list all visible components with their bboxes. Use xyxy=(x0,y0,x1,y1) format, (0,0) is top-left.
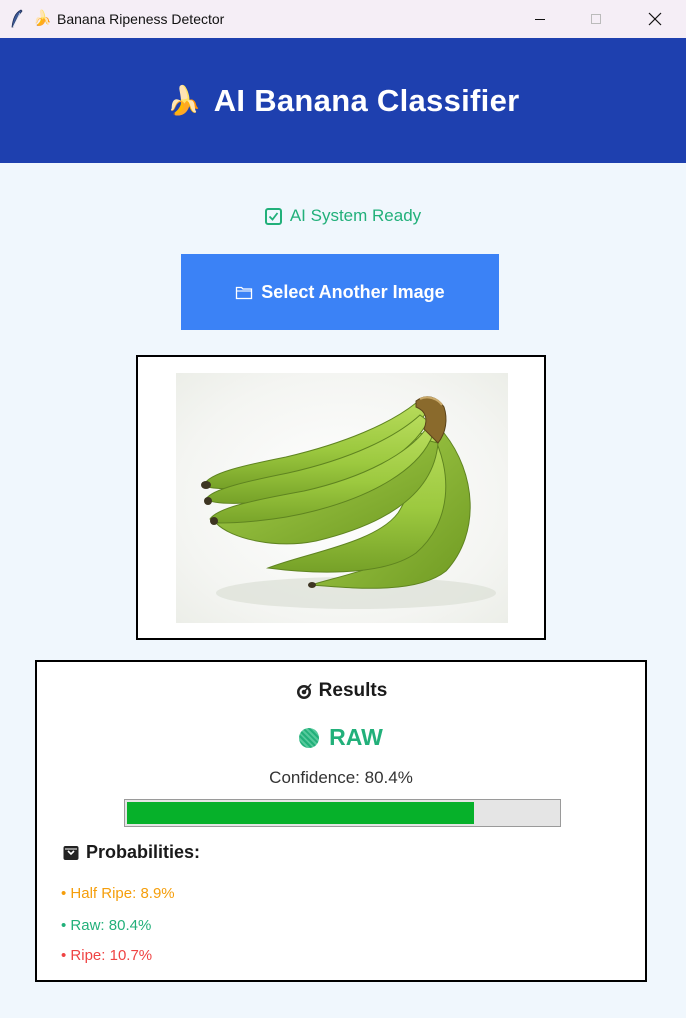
confidence-bar xyxy=(124,799,561,827)
probability-half-ripe: • Half Ripe: 8.9% xyxy=(61,885,175,902)
folder-icon xyxy=(236,286,253,300)
app-title: 🍌 AI Banana Classifier xyxy=(167,83,520,119)
green-circle-icon xyxy=(299,727,320,748)
system-status: AI System Ready xyxy=(0,203,686,229)
probabilities-title: Probabilities: xyxy=(86,842,201,862)
maximize-icon xyxy=(591,14,601,24)
window-titlebar: 🍌 Banana Ripeness Detector xyxy=(0,0,686,38)
check-box-icon xyxy=(264,207,282,225)
window-title: Banana Ripeness Detector xyxy=(57,11,225,27)
predicted-class-label: RAW xyxy=(329,724,383,750)
app-header: 🍌 AI Banana Classifier xyxy=(0,38,686,163)
minimize-icon xyxy=(535,19,545,20)
image-preview-frame xyxy=(136,355,546,640)
minimize-button[interactable] xyxy=(512,0,568,38)
app-title-text: AI Banana Classifier xyxy=(213,82,520,118)
maximize-button[interactable] xyxy=(568,0,624,38)
probability-raw: • Raw: 80.4% xyxy=(61,917,152,934)
probability-ripe: • Ripe: 10.7% xyxy=(61,947,153,964)
predicted-class: RAW xyxy=(37,724,645,751)
select-image-label: Select Another Image xyxy=(261,281,445,302)
box-icon xyxy=(63,845,79,860)
feather-icon xyxy=(11,9,23,28)
results-title: Results xyxy=(318,680,388,701)
banana-photo xyxy=(176,373,508,623)
target-icon xyxy=(296,683,312,699)
results-heading: Results xyxy=(37,680,645,702)
confidence-bar-fill xyxy=(127,802,474,824)
banana-icon: 🍌 xyxy=(166,85,202,116)
close-button[interactable] xyxy=(627,0,683,38)
close-icon xyxy=(648,12,662,26)
banana-icon: 🍌 xyxy=(33,10,52,27)
select-image-button[interactable]: Select Another Image xyxy=(181,254,499,330)
status-text: AI System Ready xyxy=(289,206,422,225)
results-panel: Results RAW Confidence: 80.4% Probabilit… xyxy=(35,660,647,982)
confidence-text: Confidence: 80.4% xyxy=(269,768,413,787)
probabilities-heading: Probabilities: xyxy=(63,842,200,863)
